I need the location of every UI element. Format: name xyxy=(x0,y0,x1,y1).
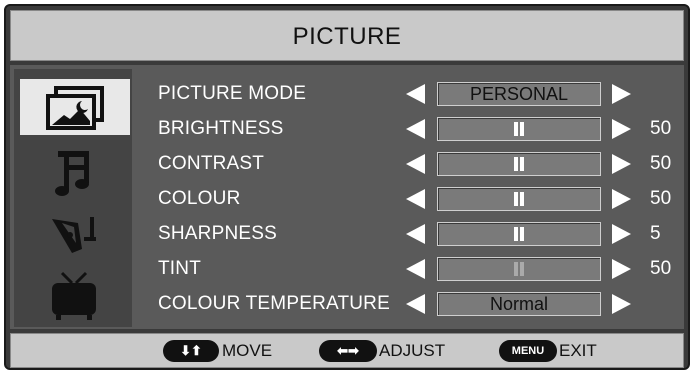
decrease-arrow-icon[interactable] xyxy=(406,189,425,209)
option-value: PERSONAL xyxy=(469,84,569,104)
option-value-box[interactable]: Normal xyxy=(437,292,601,316)
setting-value: 50 xyxy=(650,258,672,279)
setting-row-brightness[interactable]: BRIGHTNESS 50 xyxy=(140,112,684,146)
setting-label: COLOUR xyxy=(158,188,241,209)
setting-label: PICTURE MODE xyxy=(158,83,307,104)
setup-pen-icon xyxy=(52,217,96,253)
slider-track[interactable] xyxy=(437,187,601,211)
setting-value: 50 xyxy=(650,118,672,139)
decrease-arrow-icon[interactable] xyxy=(406,119,425,139)
option-value: Normal xyxy=(489,294,548,314)
music-note-icon xyxy=(55,151,89,196)
menu-body: PICTURE MODE PERSONAL BRIGHTNESS 50 CONTRAST… xyxy=(10,65,684,329)
slider-track[interactable] xyxy=(437,117,601,141)
option-value-box[interactable]: PERSONAL xyxy=(437,82,601,106)
decrease-arrow-icon[interactable] xyxy=(406,154,425,174)
setting-value: 50 xyxy=(650,153,672,174)
setting-row-picture-mode[interactable]: PICTURE MODE PERSONAL xyxy=(140,77,684,111)
setting-row-colour-temperature[interactable]: COLOUR TEMPERATURE Normal xyxy=(140,287,684,321)
hint-adjust-label: ADJUST xyxy=(379,341,446,360)
increase-arrow-icon[interactable] xyxy=(612,84,631,104)
increase-arrow-icon[interactable] xyxy=(612,189,631,209)
picture-icon xyxy=(46,86,104,130)
setting-row-colour[interactable]: COLOUR 50 xyxy=(140,182,684,216)
decrease-arrow-icon[interactable] xyxy=(406,224,425,244)
left-right-arrows-icon: ⬅➡ xyxy=(319,340,377,362)
picture-menu-window: PICTURE PICTURE MODE PERSONAL BRIGHTNESS… xyxy=(4,4,690,370)
setting-label: BRIGHTNESS xyxy=(158,118,284,139)
increase-arrow-icon[interactable] xyxy=(612,154,631,174)
increase-arrow-icon[interactable] xyxy=(612,119,631,139)
key-hints-bar: ⬇⬆ MOVE ⬅➡ ADJUST MENU EXIT xyxy=(10,333,684,368)
slider-handle[interactable] xyxy=(513,192,525,206)
slider-track[interactable] xyxy=(437,222,601,246)
slider-handle[interactable] xyxy=(513,157,525,171)
setting-label: CONTRAST xyxy=(158,153,265,174)
up-down-arrows-icon: ⬇⬆ xyxy=(163,340,219,362)
sidebar-item-picture[interactable] xyxy=(20,79,130,135)
slider-handle[interactable] xyxy=(513,227,525,241)
tv-icon xyxy=(52,271,96,320)
sidebar-item-setup[interactable] xyxy=(20,203,130,259)
hint-move-label: MOVE xyxy=(222,341,273,360)
increase-arrow-icon[interactable] xyxy=(612,224,631,244)
slider-track[interactable] xyxy=(437,257,601,281)
setting-value: 50 xyxy=(650,188,672,209)
setting-label: COLOUR TEMPERATURE xyxy=(158,293,390,314)
slider-handle[interactable] xyxy=(513,122,525,136)
slider-track[interactable] xyxy=(437,152,601,176)
setting-row-tint[interactable]: TINT 50 xyxy=(140,252,684,286)
decrease-arrow-icon[interactable] xyxy=(406,259,425,279)
setting-row-contrast[interactable]: CONTRAST 50 xyxy=(140,147,684,181)
hint-exit-label: EXIT xyxy=(559,341,597,360)
increase-arrow-icon[interactable] xyxy=(612,294,631,314)
category-sidebar xyxy=(14,69,132,327)
menu-title: PICTURE xyxy=(292,23,402,50)
setting-value: 5 xyxy=(650,223,661,244)
setting-label: SHARPNESS xyxy=(158,223,278,244)
settings-list: PICTURE MODE PERSONAL BRIGHTNESS 50 CONTRAST… xyxy=(140,65,684,329)
sidebar-item-tv[interactable] xyxy=(20,265,130,321)
setting-row-sharpness[interactable]: SHARPNESS 5 xyxy=(140,217,684,251)
menu-header: PICTURE xyxy=(10,10,684,61)
setting-label: TINT xyxy=(158,258,202,279)
decrease-arrow-icon[interactable] xyxy=(406,294,425,314)
increase-arrow-icon[interactable] xyxy=(612,259,631,279)
menu-button-badge: MENU xyxy=(499,340,557,362)
decrease-arrow-icon[interactable] xyxy=(406,84,425,104)
slider-handle[interactable] xyxy=(513,262,525,276)
sidebar-item-sound[interactable] xyxy=(20,141,130,197)
